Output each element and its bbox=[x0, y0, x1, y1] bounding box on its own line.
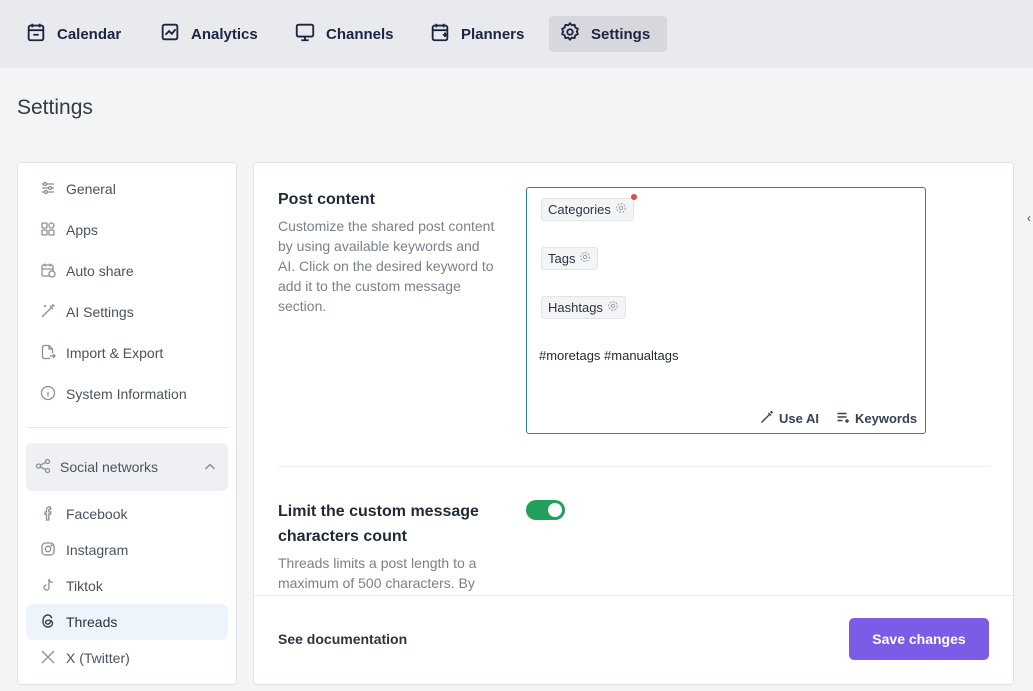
calendar-clock-icon bbox=[40, 262, 56, 281]
sidebar-item-instagram[interactable]: Instagram bbox=[26, 532, 228, 568]
sidebar-item-label: Auto share bbox=[66, 263, 134, 279]
magic-wand-icon bbox=[40, 303, 56, 322]
sidebar-item-import-export[interactable]: Import & Export bbox=[26, 335, 228, 371]
apps-grid-icon bbox=[40, 221, 56, 240]
gear-icon bbox=[559, 21, 581, 47]
sidebar-item-label: Tiktok bbox=[66, 578, 103, 594]
sidebar-group-label: Social networks bbox=[60, 459, 159, 475]
settings-sidebar: General Apps Auto share AI Settings Impo… bbox=[17, 162, 237, 685]
chip-label: Hashtags bbox=[548, 300, 603, 315]
tab-channels[interactable]: Channels bbox=[284, 16, 404, 52]
sidebar-item-label: Facebook bbox=[66, 506, 128, 522]
sidebar-item-label: Instagram bbox=[66, 542, 129, 558]
limit-characters-title: Limit the custom message characters coun… bbox=[278, 503, 479, 545]
tab-label: Planners bbox=[461, 25, 525, 43]
post-content-title: Post content bbox=[278, 191, 375, 208]
sidebar-item-label: Apps bbox=[66, 222, 98, 238]
use-ai-button[interactable]: Use AI bbox=[760, 410, 819, 427]
see-documentation-link[interactable]: See documentation bbox=[278, 631, 407, 647]
notification-dot bbox=[631, 194, 637, 200]
list-add-icon bbox=[836, 410, 850, 427]
tab-calendar[interactable]: Calendar bbox=[15, 16, 131, 52]
instagram-icon bbox=[40, 541, 56, 560]
use-ai-label: Use AI bbox=[779, 411, 819, 426]
settings-footer: See documentation Save changes bbox=[254, 595, 1013, 684]
sidebar-item-label: System Information bbox=[66, 386, 187, 402]
section-divider bbox=[278, 466, 989, 467]
monitor-icon bbox=[294, 21, 316, 47]
share-nodes-icon bbox=[35, 458, 51, 477]
sidebar-item-x-twitter[interactable]: X (Twitter) bbox=[26, 640, 228, 676]
tab-label: Calendar bbox=[57, 25, 122, 43]
sidebar-item-facebook[interactable]: Facebook bbox=[26, 496, 228, 532]
page-title: Settings bbox=[17, 96, 93, 119]
tiktok-icon bbox=[40, 577, 56, 596]
editor-message-text[interactable]: #moretags #manualtags bbox=[539, 348, 678, 363]
tab-label: Analytics bbox=[191, 25, 258, 43]
toggle-knob bbox=[548, 503, 562, 517]
settings-main-panel: Post content Customize the shared post c… bbox=[253, 162, 1014, 685]
tab-label: Channels bbox=[326, 25, 394, 43]
file-export-icon bbox=[40, 344, 56, 363]
chevron-left-icon[interactable]: ‹ bbox=[1027, 211, 1031, 225]
keyword-chip-categories[interactable]: Categories bbox=[541, 198, 634, 221]
gear-icon[interactable] bbox=[579, 251, 591, 266]
sidebar-item-auto-share[interactable]: Auto share bbox=[26, 253, 228, 289]
tab-analytics[interactable]: Analytics bbox=[149, 16, 268, 52]
sidebar-item-tiktok[interactable]: Tiktok bbox=[26, 568, 228, 604]
sidebar-divider bbox=[28, 427, 228, 428]
keyword-chip-hashtags[interactable]: Hashtags bbox=[541, 296, 626, 319]
x-twitter-icon bbox=[40, 649, 56, 668]
top-navigation: Calendar Analytics Channels Planners Set… bbox=[0, 0, 1033, 68]
chip-label: Categories bbox=[548, 202, 611, 217]
save-changes-button[interactable]: Save changes bbox=[849, 618, 989, 660]
chevron-up-icon bbox=[202, 459, 218, 478]
sidebar-item-threads[interactable]: Threads bbox=[26, 604, 228, 640]
info-icon bbox=[40, 385, 56, 404]
sidebar-item-apps[interactable]: Apps bbox=[26, 212, 228, 248]
magic-wand-icon bbox=[760, 410, 774, 427]
sidebar-item-general[interactable]: General bbox=[26, 171, 228, 207]
sidebar-group-social-networks[interactable]: Social networks bbox=[26, 443, 228, 491]
sidebar-item-label: Threads bbox=[66, 614, 118, 630]
keyword-chip-tags[interactable]: Tags bbox=[541, 247, 599, 270]
keywords-label: Keywords bbox=[855, 411, 918, 426]
gear-icon[interactable] bbox=[607, 300, 619, 315]
sidebar-item-label: General bbox=[66, 181, 116, 197]
analytics-icon bbox=[159, 21, 181, 47]
sliders-icon bbox=[40, 180, 56, 199]
limit-characters-description: Threads limits a post length to a maximu… bbox=[278, 555, 477, 591]
custom-message-editor[interactable]: Categories Tags Hashtags #moretags #manu… bbox=[526, 187, 926, 434]
sidebar-item-system-information[interactable]: System Information bbox=[26, 376, 228, 412]
limit-characters-toggle[interactable] bbox=[526, 500, 565, 520]
facebook-icon bbox=[40, 505, 56, 524]
tab-label: Settings bbox=[591, 25, 651, 43]
calendar-icon bbox=[25, 21, 47, 47]
sidebar-item-ai-settings[interactable]: AI Settings bbox=[26, 294, 228, 330]
threads-icon bbox=[40, 613, 56, 632]
gear-icon[interactable] bbox=[615, 202, 627, 217]
sidebar-item-label: AI Settings bbox=[66, 304, 134, 320]
calendar-plus-icon bbox=[429, 21, 451, 47]
chip-label: Tags bbox=[548, 251, 576, 266]
sidebar-item-label: Import & Export bbox=[66, 345, 164, 361]
keywords-button[interactable]: Keywords bbox=[836, 410, 917, 427]
tab-planners[interactable]: Planners bbox=[419, 16, 534, 52]
post-content-description: Customize the shared post content by usi… bbox=[278, 218, 495, 314]
tab-settings[interactable]: Settings bbox=[549, 16, 667, 52]
sidebar-item-label: X (Twitter) bbox=[66, 650, 130, 666]
